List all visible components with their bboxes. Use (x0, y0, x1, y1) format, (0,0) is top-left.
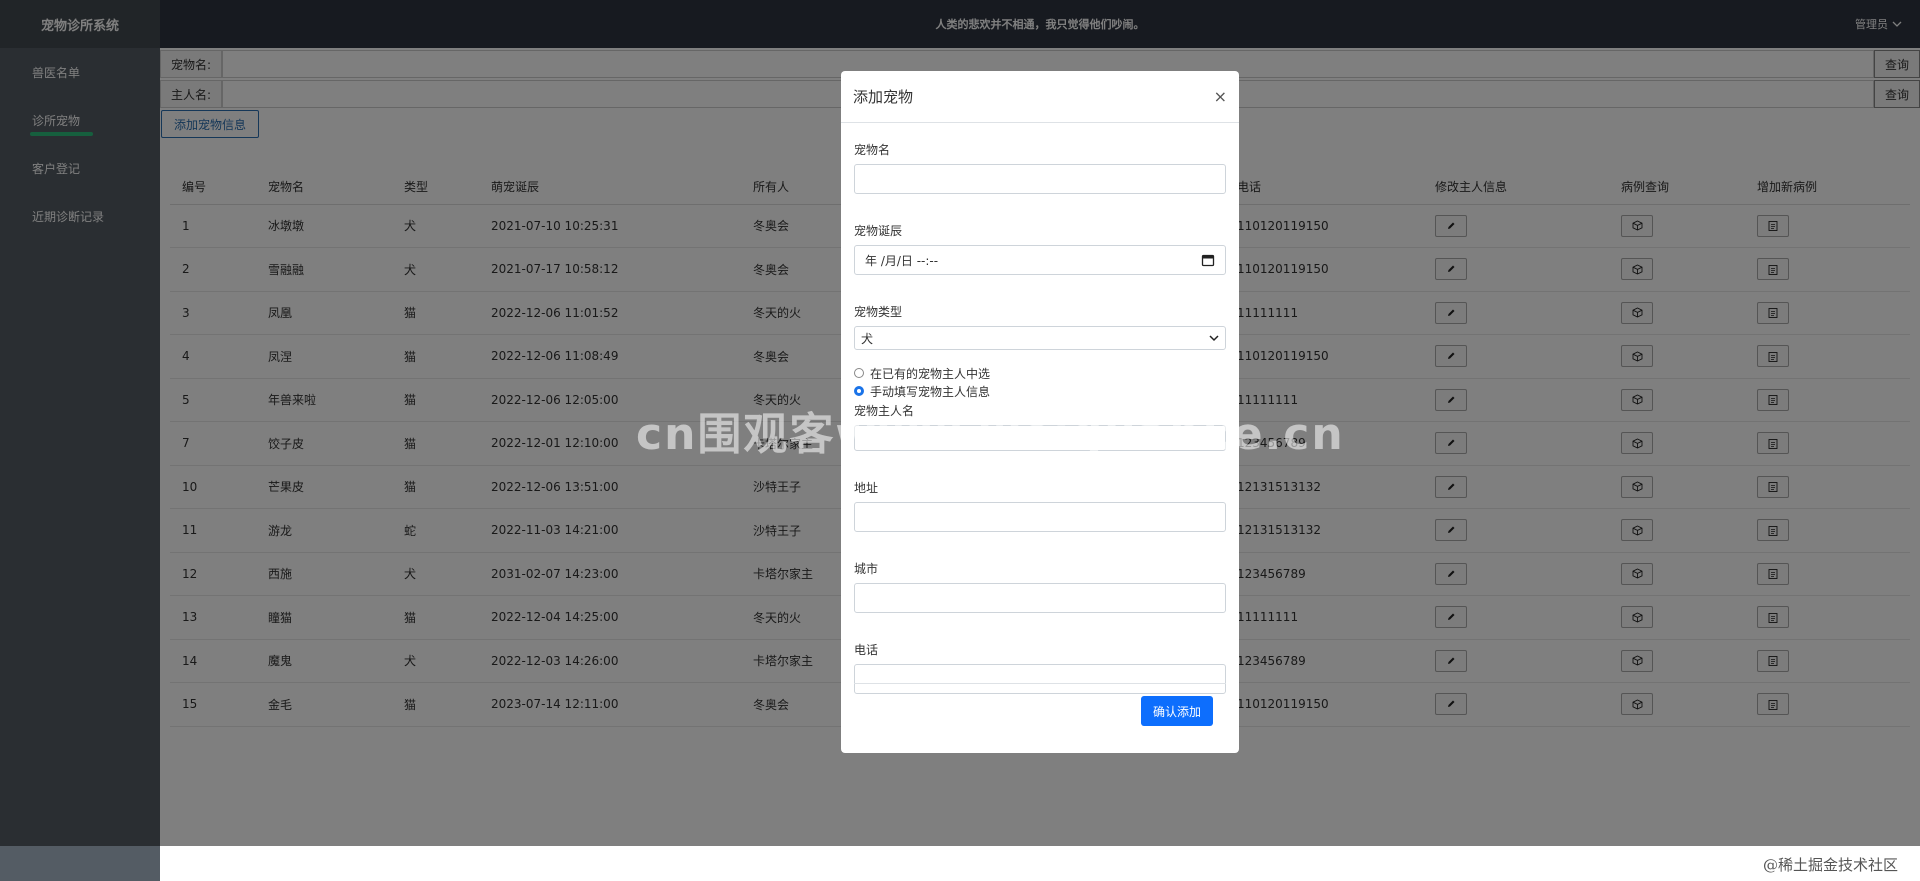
modal-title: 添加宠物 (853, 88, 914, 106)
radio-label: 手动填写宠物主人信息 (870, 384, 991, 399)
modal-header: 添加宠物 × (841, 71, 1239, 123)
radio-button[interactable] (854, 368, 864, 378)
center-watermark: cn围观客www.weiguanke.cn (636, 409, 1345, 460)
radio-existing-owner[interactable]: 在已有的宠物主人中选 (854, 364, 1226, 382)
pet-type-select[interactable]: 犬 (854, 326, 1226, 350)
pet-birth-label: 宠物诞辰 (854, 224, 903, 238)
radio-button-checked[interactable] (854, 386, 864, 396)
city-label: 城市 (854, 562, 879, 576)
pet-name-input[interactable] (854, 164, 1226, 194)
pet-birth-datetime-input[interactable]: 年 /月/日 --:-- (854, 245, 1226, 275)
corner-watermark: @稀土掘金技术社区 (1762, 856, 1898, 874)
modal-footer: 确认添加 (854, 683, 1226, 753)
pet-type-label: 宠物类型 (854, 305, 903, 319)
close-icon[interactable]: × (1214, 87, 1227, 106)
address-label: 地址 (854, 481, 879, 495)
pet-name-label: 宠物名 (854, 143, 891, 157)
confirm-add-button[interactable]: 确认添加 (1141, 696, 1213, 726)
footer-strip (160, 846, 1920, 881)
city-input[interactable] (854, 583, 1226, 613)
pet-type-selected: 犬 (861, 331, 874, 346)
calendar-icon[interactable] (1201, 253, 1215, 267)
chevron-down-icon (1209, 335, 1219, 342)
phone-label: 电话 (854, 643, 879, 657)
address-input[interactable] (854, 502, 1226, 532)
radio-label: 在已有的宠物主人中选 (870, 366, 991, 381)
birth-placeholder: 年 /月/日 --:-- (865, 253, 939, 268)
